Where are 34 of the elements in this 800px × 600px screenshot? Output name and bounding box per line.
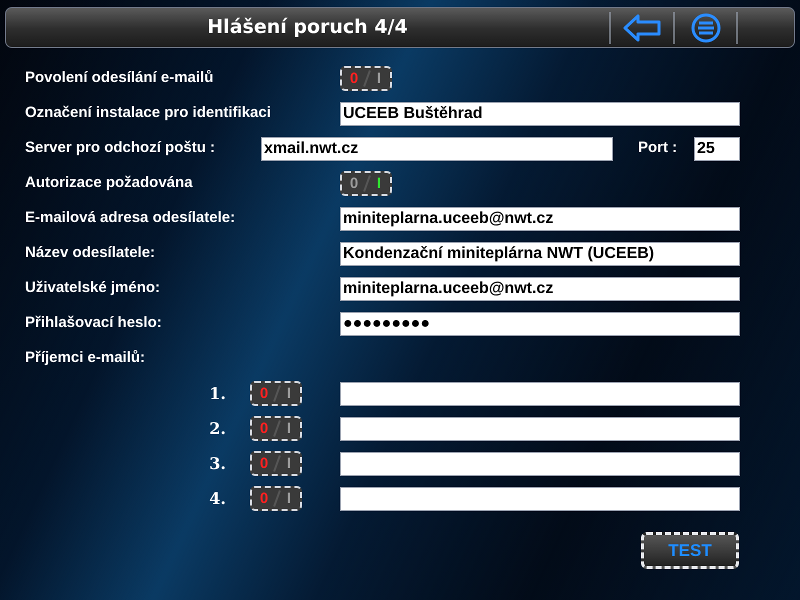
input-field[interactable]: 25 xyxy=(694,136,740,160)
toggle-switch[interactable]: 0 I xyxy=(250,486,302,511)
field-label: Příjemci e-mailů: xyxy=(25,348,146,368)
input-field[interactable]: miniteplarna.uceeb@nwt.cz xyxy=(340,276,740,300)
toggle-switch[interactable]: 0 I xyxy=(340,171,392,196)
toggle-switch[interactable]: 0 I xyxy=(250,451,302,476)
recipient-number: 4. xyxy=(208,488,227,510)
field-label: Uživatelské jméno: xyxy=(25,278,162,298)
field-label: E-mailová adresa odesílatele: xyxy=(25,208,236,228)
left-arrow-icon xyxy=(623,14,661,42)
input-field[interactable]: xmail.nwt.cz xyxy=(261,136,613,160)
field-label: Název odesílatele: xyxy=(25,243,156,264)
input-field[interactable]: Kondenzační miniteplárna NWT (UCEEB) xyxy=(340,242,740,266)
menu-icon xyxy=(690,12,720,42)
input-field[interactable] xyxy=(340,486,740,510)
field-label: Povolení odesílání e-mailů xyxy=(25,68,214,88)
input-field[interactable] xyxy=(340,452,740,476)
input-field[interactable] xyxy=(340,416,740,440)
port-label: Port : xyxy=(638,138,678,158)
recipient-number: 1. xyxy=(208,382,227,404)
field-label: Autorizace požadována xyxy=(25,173,194,194)
input-field[interactable]: ●●●●●●●●● xyxy=(340,312,740,336)
recipient-number: 2. xyxy=(208,418,227,440)
toggle-switch[interactable]: 0 I xyxy=(340,66,392,91)
field-label: Přihlašovací heslo: xyxy=(25,313,163,334)
field-label: Označení instalace pro identifikaci xyxy=(25,103,272,124)
input-field[interactable]: UCEEB Buštěhrad xyxy=(340,102,740,126)
field-label: Server pro odchozí poštu : xyxy=(25,138,216,158)
input-field[interactable]: miniteplarna.uceeb@nwt.cz xyxy=(340,206,740,230)
window-title: Hlášení poruch 4/4 xyxy=(207,15,408,40)
toggle-switch[interactable]: 0 I xyxy=(250,381,302,406)
input-field[interactable] xyxy=(340,382,740,406)
toggle-switch[interactable]: 0 I xyxy=(250,416,302,441)
recipient-number: 3. xyxy=(208,452,227,474)
